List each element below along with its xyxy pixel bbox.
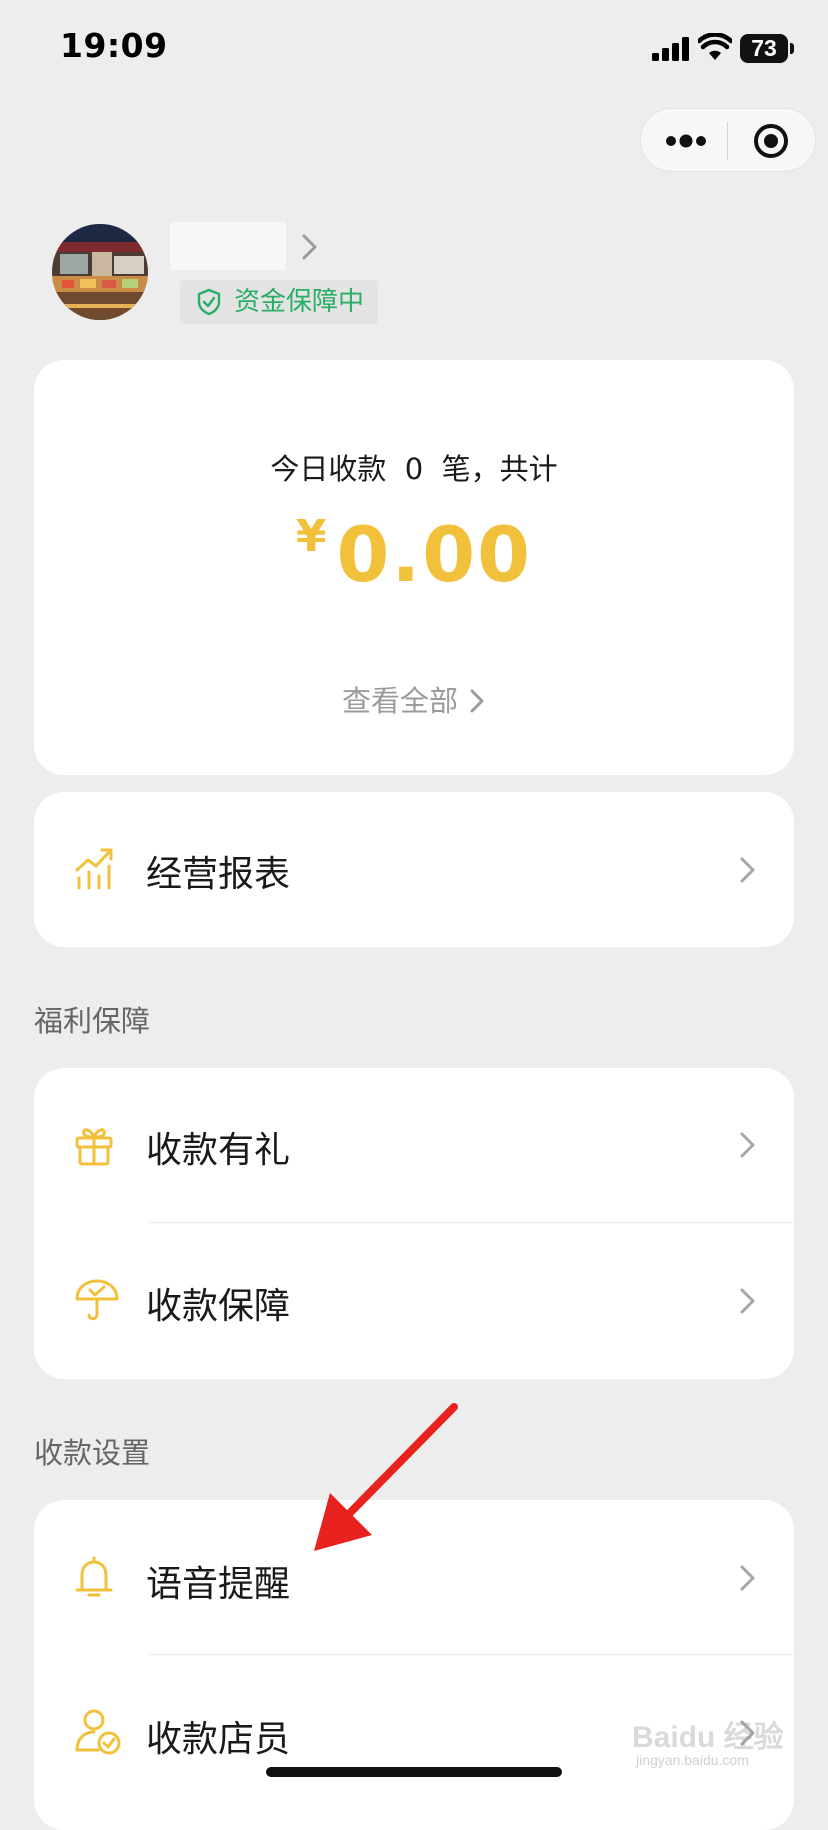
baidu-watermark-url: jingyan.baidu.com (636, 1752, 749, 1768)
chevron-right-icon (740, 1565, 755, 1591)
status-time: 19:09 (60, 26, 168, 65)
battery-tip (790, 43, 794, 54)
today-count-text: 今日收款 0 笔，共计 (270, 452, 558, 486)
voice-reminder-label: 语音提醒 (146, 1564, 291, 1605)
merchant-name-placeholder[interactable] (170, 222, 286, 270)
payment-protection-label: 收款保障 (146, 1286, 291, 1327)
chevron-right-icon[interactable] (300, 232, 320, 262)
staff-check-icon (75, 1709, 121, 1755)
today-amount: ¥0.00 (34, 510, 794, 599)
wifi-icon (698, 33, 732, 60)
annotation-arrow (314, 1403, 458, 1551)
currency-symbol: ¥ (295, 511, 327, 562)
target-close-icon[interactable] (750, 120, 792, 162)
gift-icon (75, 1128, 113, 1166)
chevron-right-icon (740, 857, 755, 883)
settings-section-title: 收款设置 (34, 1436, 151, 1470)
business-report-label: 经营报表 (146, 854, 291, 895)
more-dots-icon[interactable] (664, 126, 708, 156)
merchant-avatar[interactable] (52, 224, 148, 320)
chevron-right-icon (740, 1288, 755, 1314)
gift-label: 收款有礼 (146, 1130, 291, 1171)
payment-staff-label: 收款店员 (146, 1719, 291, 1760)
shield-check-icon (197, 288, 221, 316)
chevron-right-icon (740, 1132, 755, 1158)
umbrella-check-icon (75, 1279, 119, 1321)
view-all-label: 查看全部 (341, 684, 458, 718)
welfare-section-title: 福利保障 (34, 1004, 151, 1038)
view-all-link[interactable]: 查看全部 (34, 678, 794, 720)
capsule-divider (727, 122, 728, 160)
bell-icon (75, 1556, 113, 1597)
chevron-right-icon (470, 689, 484, 713)
battery-indicator: 73 (740, 34, 788, 63)
home-indicator (266, 1767, 562, 1777)
cellular-signal-icon (652, 37, 689, 61)
amount-value: 0.00 (336, 510, 533, 599)
chart-trend-icon (75, 848, 113, 890)
baidu-watermark: Baidu 经验 (632, 1721, 784, 1754)
